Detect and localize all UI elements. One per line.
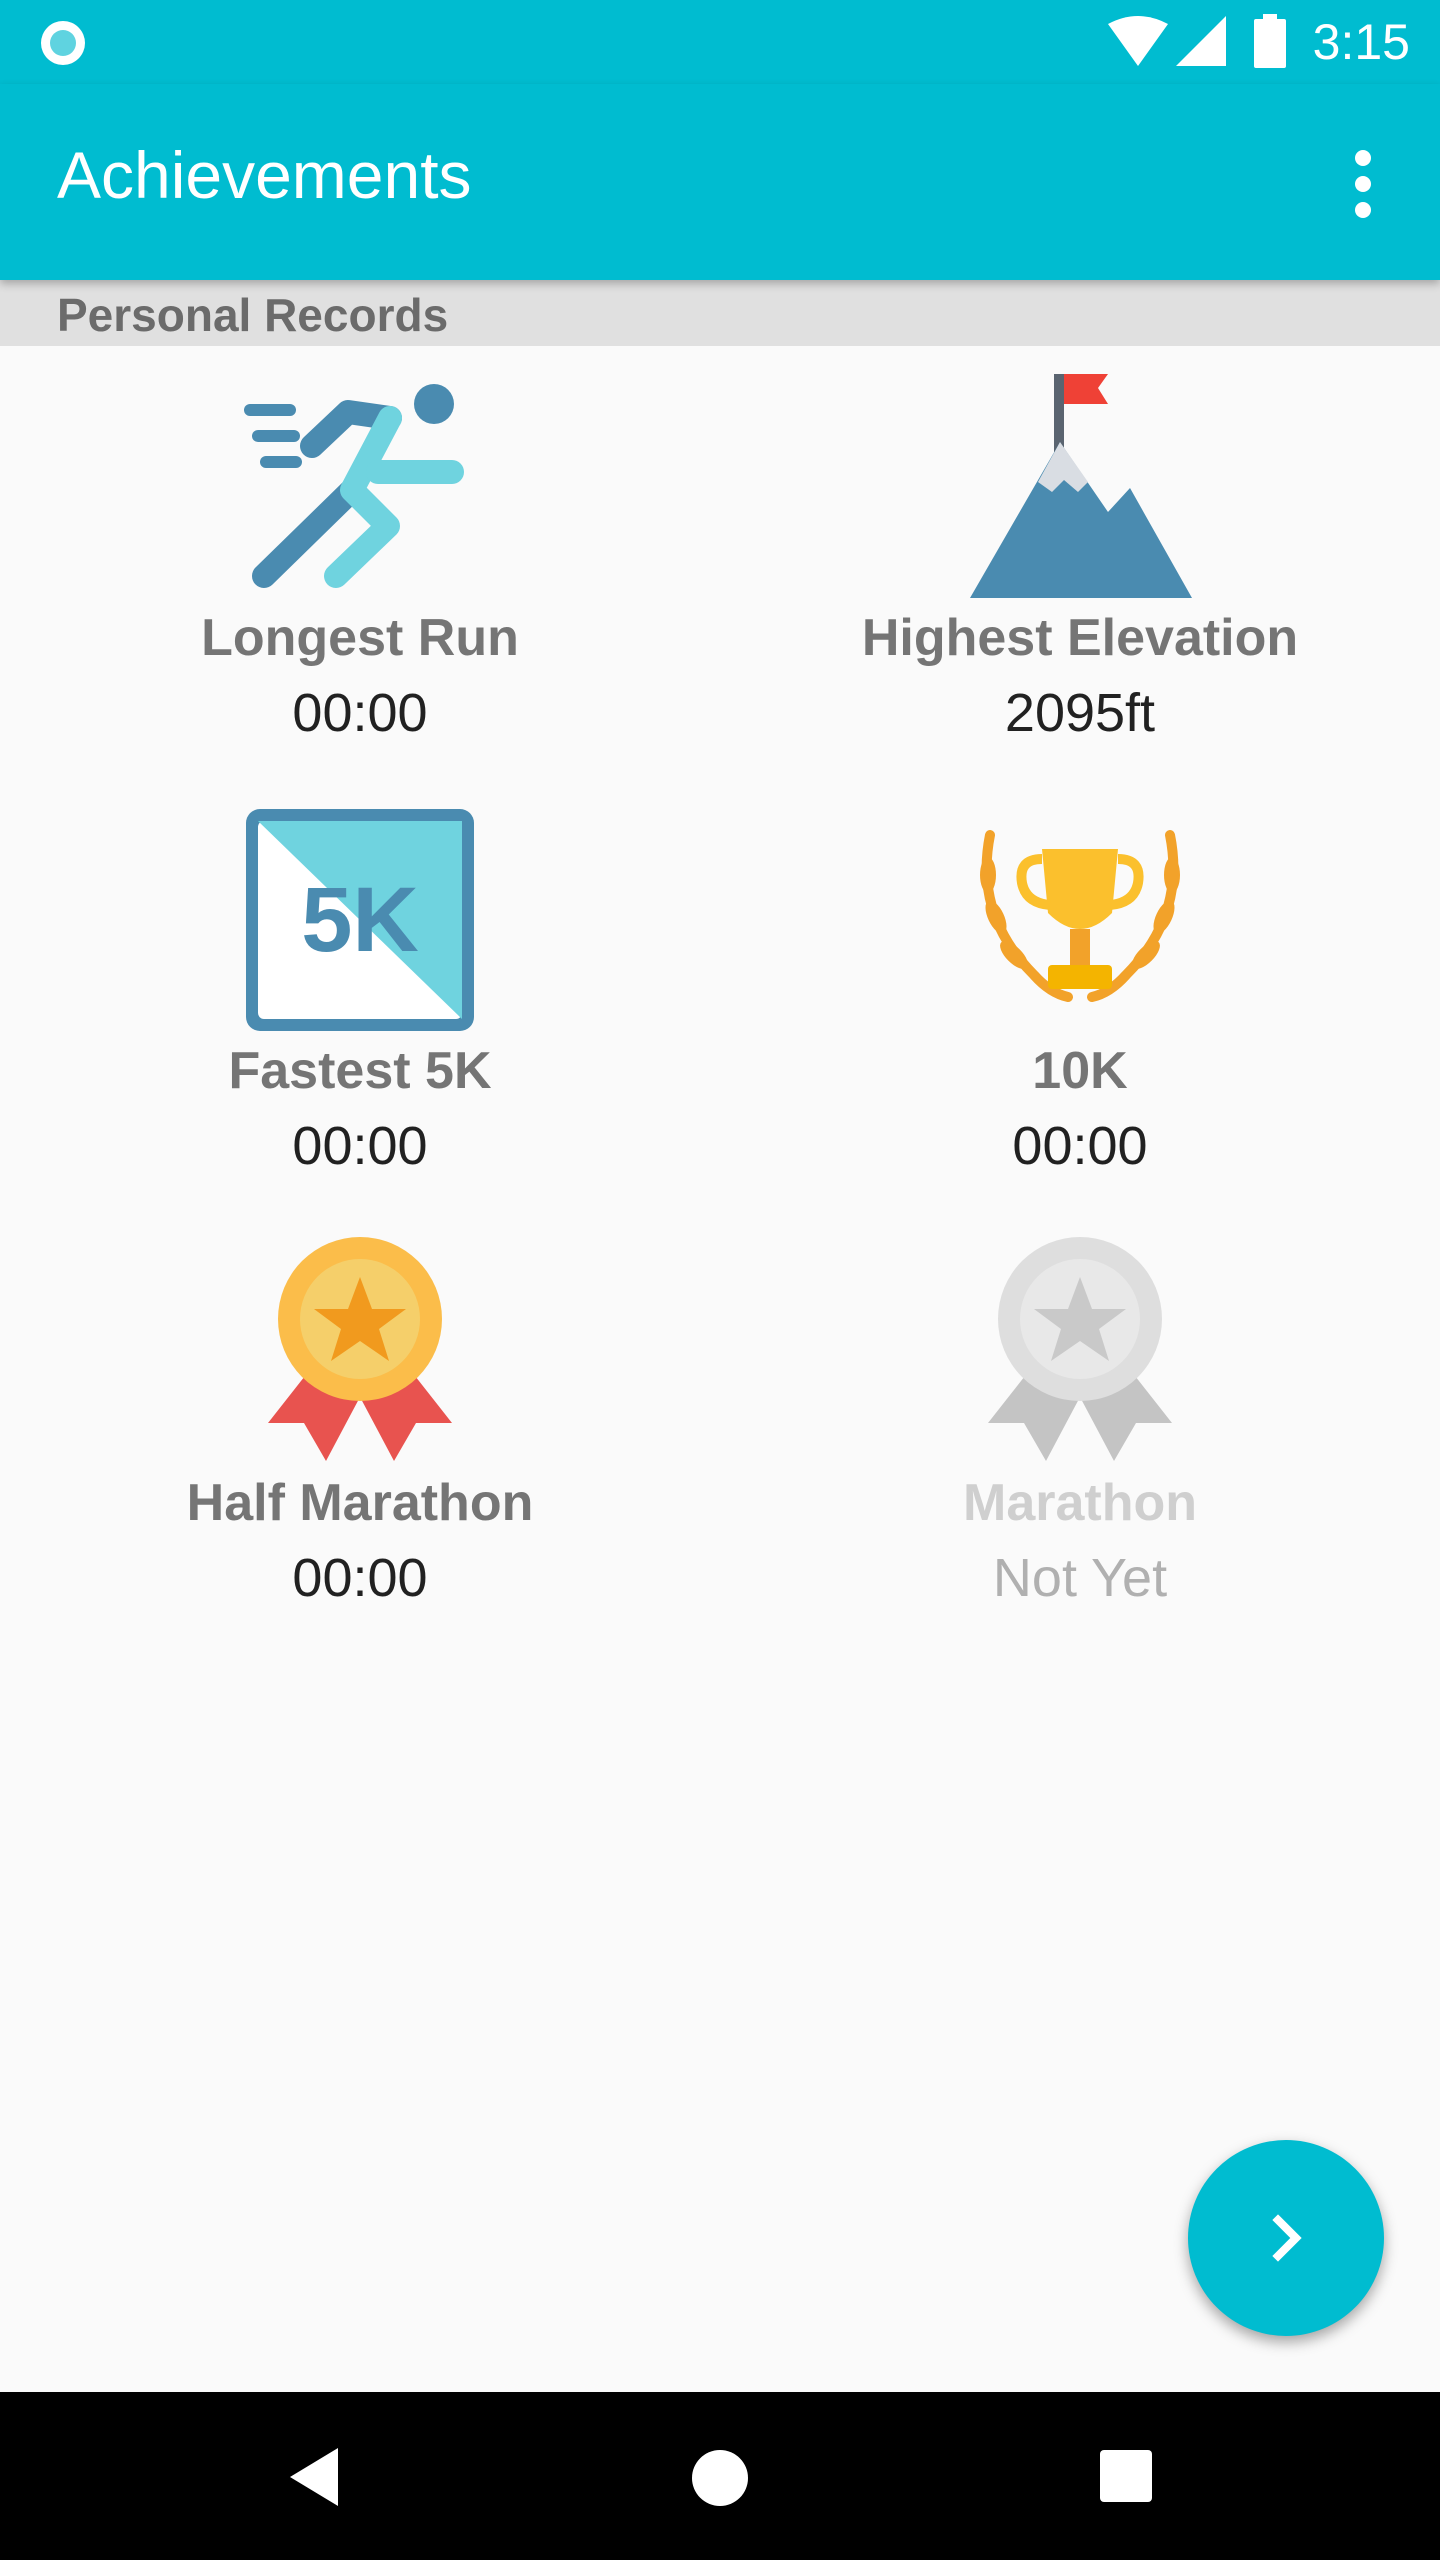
section-title: Personal Records bbox=[57, 289, 449, 341]
overflow-menu-button[interactable] bbox=[1328, 144, 1398, 224]
page-title: Achievements bbox=[57, 138, 472, 212]
record-label: Fastest 5K bbox=[228, 1042, 492, 1100]
record-highest-elevation[interactable]: Highest Elevation 2095ft bbox=[720, 372, 1440, 740]
record-label: Highest Elevation bbox=[861, 609, 1299, 667]
5k-badge-icon: 5K bbox=[246, 809, 474, 1031]
record-value: 00:00 bbox=[292, 1548, 428, 1608]
record-label: 10K bbox=[1032, 1042, 1128, 1100]
record-value: 00:00 bbox=[292, 1116, 428, 1176]
signal-icon bbox=[1176, 16, 1226, 66]
record-label: Marathon bbox=[963, 1474, 1197, 1532]
grey-medal-icon bbox=[988, 1237, 1172, 1461]
record-marathon[interactable]: Marathon Not Yet bbox=[720, 1237, 1440, 1605]
battery-icon bbox=[1254, 14, 1286, 68]
gold-medal-icon bbox=[268, 1237, 452, 1461]
trophy-icon bbox=[980, 830, 1180, 1002]
home-icon[interactable] bbox=[690, 2448, 750, 2508]
record-value: Not Yet bbox=[992, 1548, 1168, 1608]
record-label: Half Marathon bbox=[186, 1474, 534, 1532]
chevron-right-icon bbox=[1272, 2214, 1302, 2262]
wifi-icon bbox=[1108, 16, 1168, 66]
camera-dot-icon bbox=[41, 21, 85, 65]
record-10k[interactable]: 10K 00:00 bbox=[720, 805, 1440, 1173]
mountain-flag-icon bbox=[970, 374, 1192, 598]
record-half-marathon[interactable]: Half Marathon 00:00 bbox=[0, 1237, 720, 1605]
status-bar: 3:15 bbox=[0, 0, 1440, 84]
record-fastest-5k[interactable]: 5K Fastest 5K 00:00 bbox=[0, 805, 720, 1173]
runner-icon bbox=[244, 384, 464, 588]
more-vert-icon bbox=[1355, 150, 1371, 218]
record-label: Longest Run bbox=[201, 609, 519, 667]
system-nav-bar bbox=[0, 2392, 1440, 2560]
recents-icon[interactable] bbox=[1098, 2448, 1154, 2504]
section-header: Personal Records bbox=[0, 280, 1440, 346]
back-icon[interactable] bbox=[286, 2446, 342, 2508]
next-fab-button[interactable] bbox=[1188, 2140, 1384, 2336]
record-value: 00:00 bbox=[292, 683, 428, 743]
status-time: 3:15 bbox=[1312, 14, 1410, 70]
record-longest-run[interactable]: Longest Run 00:00 bbox=[0, 372, 720, 740]
record-value: 2095ft bbox=[1004, 683, 1156, 743]
app-bar: Achievements bbox=[0, 84, 1440, 280]
5k-badge-text: 5K bbox=[301, 869, 419, 971]
record-value: 00:00 bbox=[1012, 1116, 1148, 1176]
